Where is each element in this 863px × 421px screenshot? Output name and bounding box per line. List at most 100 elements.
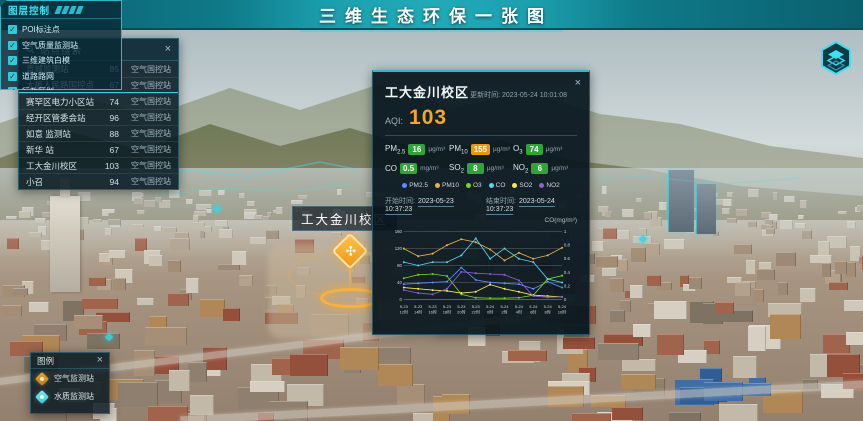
legend-chip-o3[interactable]: O3 — [466, 182, 482, 189]
series-point — [518, 252, 520, 254]
series-point — [532, 261, 534, 263]
series-point — [446, 261, 448, 263]
checkbox-icon[interactable]: ✓ — [8, 25, 17, 34]
aqi-value: 103 — [409, 106, 447, 130]
legend-chip-pm2_5[interactable]: PM2.5 — [402, 182, 428, 189]
end-time-field[interactable]: 结束时间:2023-05-24 10:37:23 — [486, 196, 577, 213]
series-point — [432, 273, 434, 275]
station-detail-popup: × 工大金川校区 更新时间: 2023-05-24 10:01:08 AQI: … — [372, 70, 590, 335]
station-list-item[interactable]: 工大金川校区103空气国控站 — [19, 157, 178, 173]
layer-item[interactable]: ✓三维建筑白模 — [8, 55, 114, 66]
close-icon[interactable]: × — [575, 78, 581, 89]
series-point — [460, 255, 462, 257]
layer-item[interactable]: ✓ 道路路网 — [8, 71, 114, 82]
series-point — [489, 273, 491, 275]
chart-legend: PM2.5 PM10 O3 CO SO2 NO2 — [385, 182, 577, 189]
series-point — [475, 238, 477, 240]
y2-axis-tick: 0.2 — [564, 284, 571, 289]
checkbox-icon[interactable]: ✓ — [8, 72, 17, 81]
series-point — [547, 281, 549, 283]
x-axis-tick: 2时 — [501, 309, 507, 315]
y-axis-tick: 80 — [397, 263, 402, 268]
y2-axis-tick: 0.8 — [564, 243, 571, 248]
x-axis-tick: 5-23 — [443, 304, 452, 309]
station-name: 工大金川校区 — [26, 160, 95, 172]
layer-item[interactable]: ✓空气质量监测站 — [8, 40, 114, 51]
layer-item[interactable]: ✓POI标注点 — [8, 24, 114, 35]
series-point — [403, 277, 405, 279]
legend-dot — [489, 183, 494, 188]
time-range-row: 开始时间:2023-05-23 10:37:23 结束时间:2023-05-24… — [385, 196, 577, 213]
series-point — [489, 249, 491, 251]
series-line-pm2.5 — [404, 268, 562, 289]
x-axis-tick: 5-24 — [515, 304, 524, 309]
station-name: 如意 监测站 — [26, 128, 95, 140]
layer-panel-title: 图层控制 — [8, 3, 50, 17]
x-axis-tick: 5-23 — [400, 304, 409, 309]
station-list-item[interactable]: 新华 站67空气国控站 — [19, 141, 178, 157]
legend-chip-pm10[interactable]: PM10 — [435, 182, 459, 189]
y2-axis-tick: 0.4 — [564, 270, 571, 275]
layer-label: 道路路网 — [22, 71, 54, 82]
station-list-item[interactable]: 赛罕区电力小区站74空气国控站 — [19, 93, 178, 109]
station-type: 空气国控站 — [125, 128, 171, 139]
y2-axis-tick: 1 — [564, 229, 567, 234]
series-point — [518, 291, 520, 293]
pollutant-name: NO2 — [513, 163, 528, 175]
series-point — [446, 275, 448, 277]
start-time-field[interactable]: 开始时间:2023-05-23 10:37:23 — [385, 196, 476, 213]
legend-label: PM10 — [442, 182, 459, 189]
pollutant-cell: NO26µg/m³ — [513, 163, 577, 175]
series-point — [460, 238, 462, 240]
close-icon[interactable]: × — [97, 355, 103, 366]
pollutant-cell: PM2.516µg/m³ — [385, 144, 449, 156]
checkbox-icon[interactable]: ✓ — [8, 56, 17, 65]
legend-chip-so2[interactable]: SO2 — [512, 182, 532, 189]
series-point — [417, 288, 419, 290]
series-line-no2 — [404, 272, 562, 297]
pollutant-value-badge: 6 — [531, 163, 548, 174]
series-point — [417, 265, 419, 267]
series-point — [518, 280, 520, 282]
series-point — [417, 274, 419, 276]
y-axis-tick: 40 — [397, 280, 402, 285]
close-icon[interactable]: × — [165, 44, 171, 55]
x-axis-tick: 5-23 — [472, 304, 481, 309]
station-list-item[interactable]: 小召94空气国控站 — [19, 173, 178, 189]
series-point — [460, 267, 462, 269]
legend-item: 水质监测站 — [37, 391, 103, 402]
series-point — [403, 261, 405, 263]
series-point — [446, 244, 448, 246]
legend-label: SO2 — [519, 182, 532, 189]
x-axis-tick: 5-23 — [414, 304, 423, 309]
station-type: 空气国控站 — [125, 112, 171, 123]
station-type: 空气国控站 — [125, 64, 171, 75]
legend-chip-co[interactable]: CO — [489, 182, 506, 189]
series-point — [489, 258, 491, 260]
legend-chip-no2[interactable]: NO2 — [539, 182, 559, 189]
pollutant-name: CO — [385, 164, 397, 173]
pollutant-cell: SO28µg/m³ — [449, 163, 513, 175]
series-point — [561, 287, 563, 289]
aqi-label: AQI: — [385, 116, 403, 126]
app-root: ✣ 工大金川校区 三维生态环保一张图 站点搜索 × 青城监测站85空气国控站大板… — [0, 0, 863, 421]
layers-icon[interactable] — [818, 40, 854, 76]
pollutant-trend-chart[interactable]: 0408012016000.20.40.60.815-2312时5-2314时5… — [385, 224, 579, 324]
station-name: 经开区管委会站 — [26, 112, 95, 124]
series-point — [403, 287, 405, 289]
legend-dot — [435, 183, 440, 188]
station-list-item[interactable]: 如意 监测站88空气国控站 — [19, 125, 178, 141]
checkbox-icon[interactable]: ✓ — [8, 41, 17, 50]
series-point — [547, 296, 549, 298]
series-point — [518, 297, 520, 299]
series-point — [518, 283, 520, 285]
station-type: 空气国控站 — [125, 80, 171, 91]
pollutant-unit: µg/m³ — [493, 146, 510, 153]
series-point — [432, 289, 434, 291]
series-point — [403, 289, 405, 291]
x-axis-tick: 5-24 — [486, 304, 495, 309]
series-point — [475, 297, 477, 299]
station-list-item[interactable]: 经开区管委会站96空气国控站 — [19, 109, 178, 125]
pollutant-unit: µg/m³ — [551, 165, 568, 172]
series-point — [503, 274, 505, 276]
